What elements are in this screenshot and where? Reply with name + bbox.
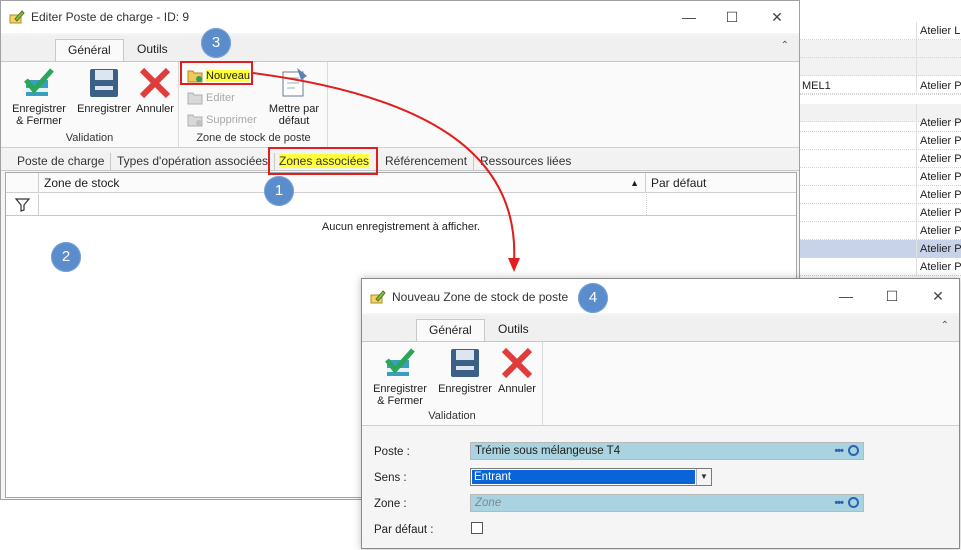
floppy-disk-icon [451,349,479,377]
poste-clear-icon[interactable] [848,445,859,456]
dialog-cancel-button[interactable]: Annuler [495,346,539,395]
marker-4: 4 [578,283,608,313]
dialog-save-close-button[interactable]: Enregistrer & Fermer [368,346,432,407]
save-close-icon [385,348,415,376]
zone-field[interactable]: Zone ••• [470,494,864,512]
dialog-tab-general[interactable]: Général [416,319,485,341]
dialog-save-button[interactable]: Enregistrer [434,346,496,395]
poste-label: Poste : [374,446,410,458]
new-zone-dialog: Nouveau Zone de stock de poste — ☐ ✕ Gén… [361,278,960,549]
zone-label: Zone : [374,498,407,510]
sens-label: Sens : [374,472,407,484]
dialog-close-button[interactable]: ✕ [920,284,956,308]
dialog-titlebar: Nouveau Zone de stock de poste — ☐ ✕ [362,279,959,313]
dialog-title: Nouveau Zone de stock de poste [392,290,569,304]
edit-pencil-icon [370,289,386,308]
dialog-minimize-button[interactable]: — [828,284,864,308]
dialog-tab-outils[interactable]: Outils [486,319,541,341]
dialog-maximize-button[interactable]: ☐ [874,284,910,308]
red-x-icon [501,347,533,379]
zone-clear-icon[interactable] [848,497,859,508]
sens-select[interactable]: Entrant ▼ [470,468,712,486]
dialog-collapse-ribbon-icon[interactable]: ⌃ [941,320,949,331]
par-defaut-label: Par défaut : [374,524,434,536]
dialog-ribbon: Enregistrer & Fermer Enregistrer Annuler… [362,341,959,426]
poste-field[interactable]: Trémie sous mélangeuse T4 ••• [470,442,864,460]
dialog-validation-group: Enregistrer & Fermer Enregistrer Annuler… [362,342,543,425]
par-defaut-checkbox[interactable] [471,522,483,534]
poste-browse-icon[interactable]: ••• [834,443,844,459]
dialog-ribbon-tabs: Général Outils ⌃ [362,315,959,341]
zone-browse-icon[interactable]: ••• [834,495,844,511]
chevron-down-icon[interactable]: ▼ [696,469,711,485]
dialog-validation-label: Validation [428,410,476,422]
